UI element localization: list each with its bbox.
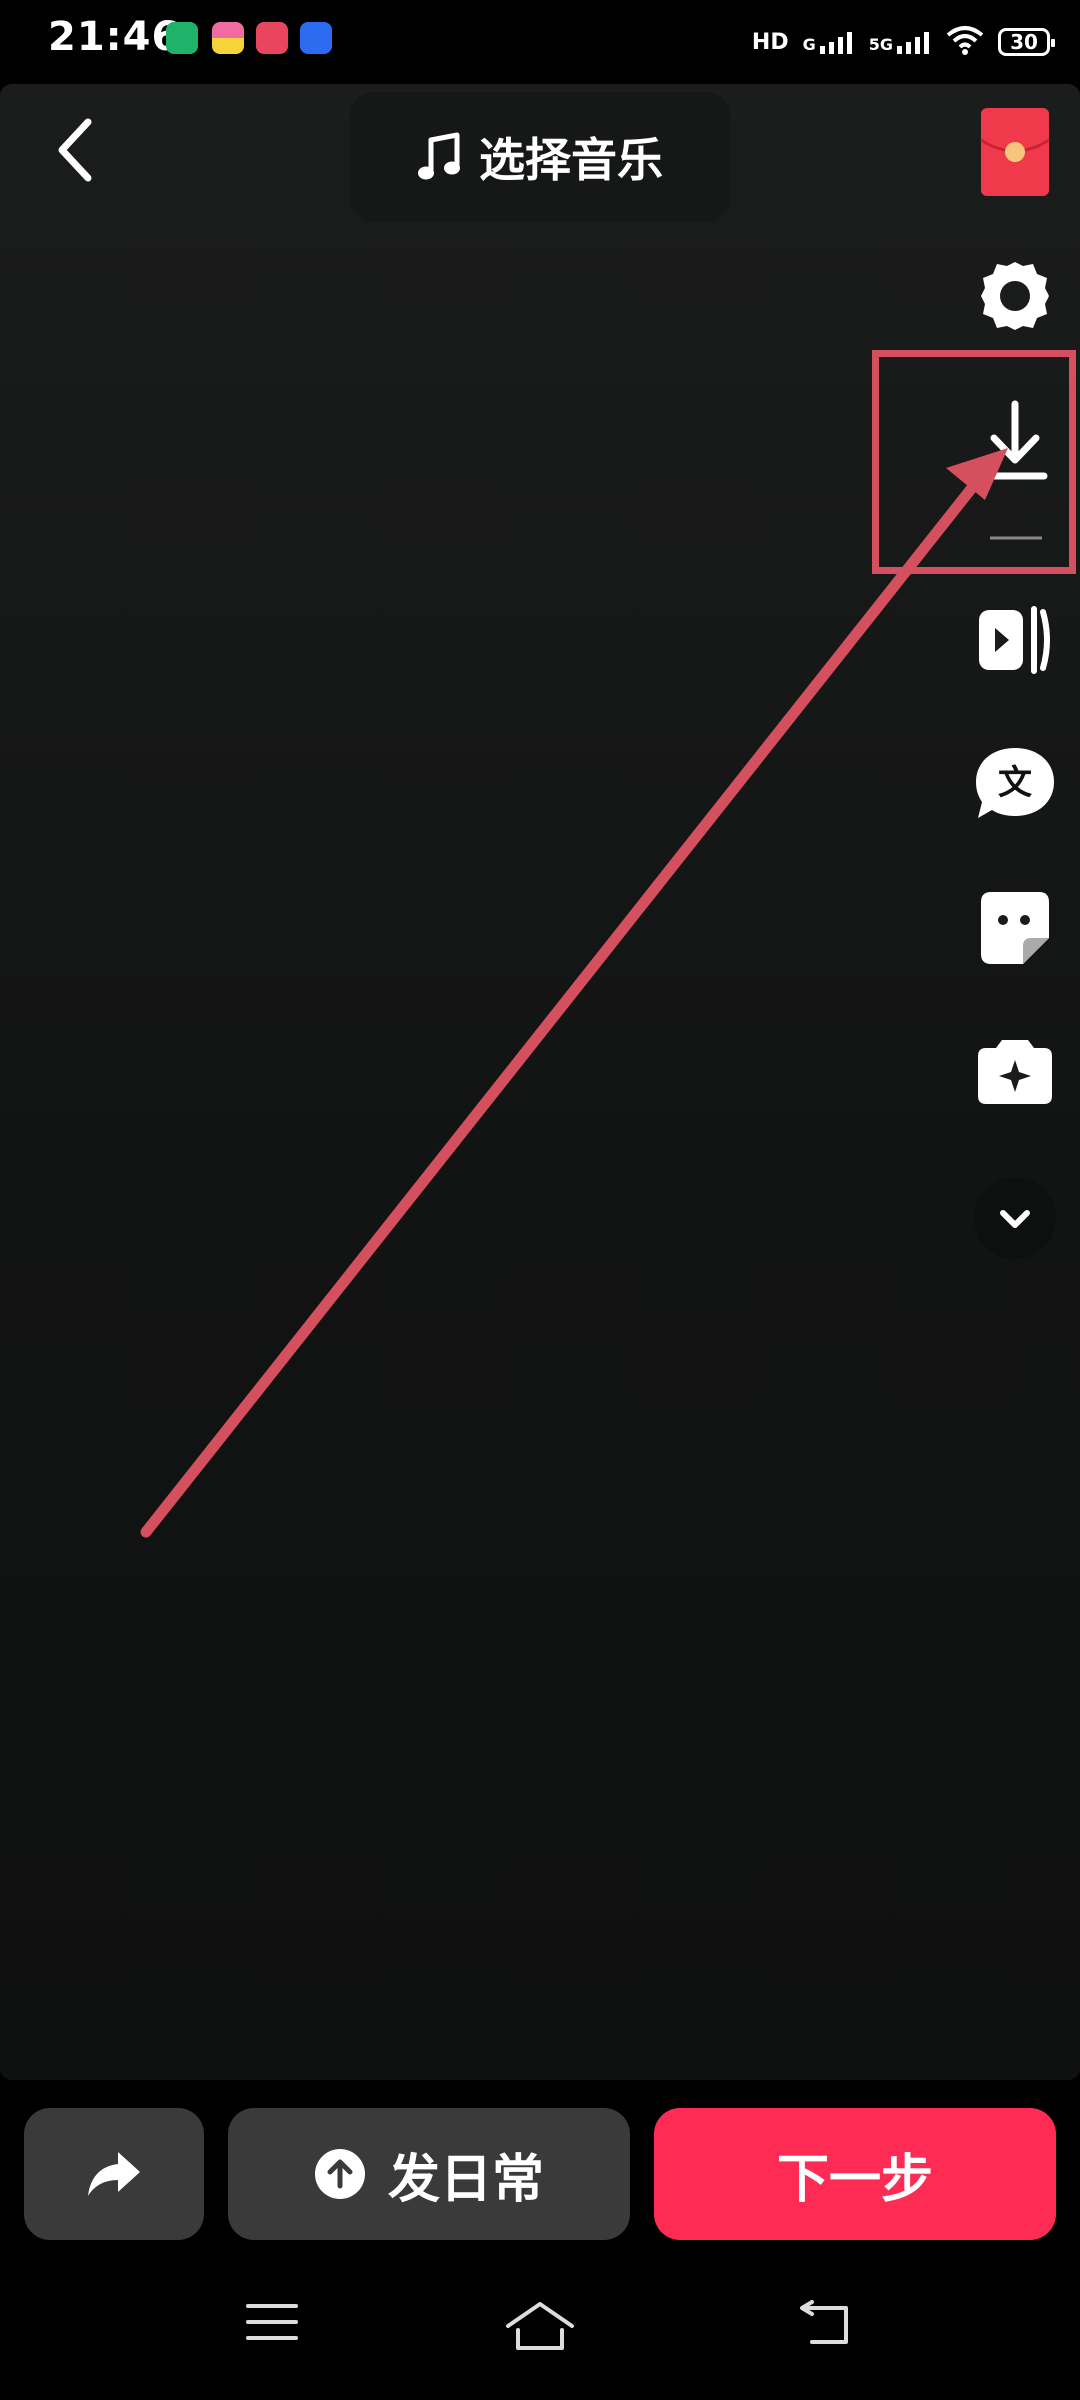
post-daily-label: 发日常 — [387, 2149, 544, 2210]
status-time: 21:46 — [48, 14, 181, 60]
svg-text:文: 文 — [998, 763, 1032, 803]
home-nav-button[interactable] — [504, 2300, 576, 2356]
status-bar: 21:46 HD G 5G 30 — [0, 0, 1080, 84]
game-center-icon — [212, 22, 244, 54]
video-flip-button[interactable] — [950, 600, 1080, 680]
share-arrow-icon — [88, 2152, 140, 2196]
wifi-icon — [946, 25, 984, 59]
expand-more-button[interactable] — [950, 1176, 1080, 1260]
text-button[interactable]: 文 — [950, 744, 1080, 824]
select-music-button[interactable]: 选择音乐 — [350, 92, 730, 222]
expand-more-icon — [974, 1177, 1056, 1259]
red-envelope-button[interactable] — [950, 106, 1080, 198]
camera-effects-icon — [978, 1040, 1052, 1104]
menu-nav-button[interactable] — [244, 2300, 300, 2348]
red-envelope-icon — [980, 108, 1050, 196]
camera-effects-button[interactable] — [950, 1032, 1080, 1108]
signal-5g-icon: 5G — [869, 30, 932, 54]
red-app-icon — [256, 22, 288, 54]
upload-circle-icon — [314, 2149, 365, 2199]
back-button[interactable] — [46, 110, 106, 190]
next-step-button[interactable]: 下一步 — [654, 2108, 1056, 2240]
signal-g-icon: G — [803, 30, 855, 54]
settings-gear-icon — [981, 262, 1049, 330]
back-nav-button[interactable] — [796, 2300, 852, 2352]
blue-app-icon — [300, 22, 332, 54]
home-icon — [506, 2302, 574, 2350]
annotation-highlight-box — [872, 350, 1076, 574]
text-bubble-icon: 文 — [976, 748, 1054, 818]
sticker-button[interactable] — [950, 888, 1080, 968]
music-note-icon — [418, 132, 460, 180]
video-flip-icon — [979, 606, 1050, 674]
settings-button[interactable] — [950, 256, 1080, 336]
share-button[interactable] — [24, 2108, 204, 2240]
battery-indicator: 30 — [998, 28, 1055, 56]
back-nav-icon — [800, 2300, 848, 2344]
menu-icon — [246, 2304, 298, 2340]
chevron-left-icon — [58, 118, 92, 182]
select-music-label: 选择音乐 — [479, 133, 663, 187]
iqiyi-icon — [166, 22, 198, 54]
next-step-label: 下一步 — [776, 2149, 933, 2210]
sticker-icon — [981, 892, 1049, 964]
post-daily-button[interactable]: 发日常 — [228, 2108, 630, 2240]
hd-indicator: HD — [751, 29, 789, 55]
